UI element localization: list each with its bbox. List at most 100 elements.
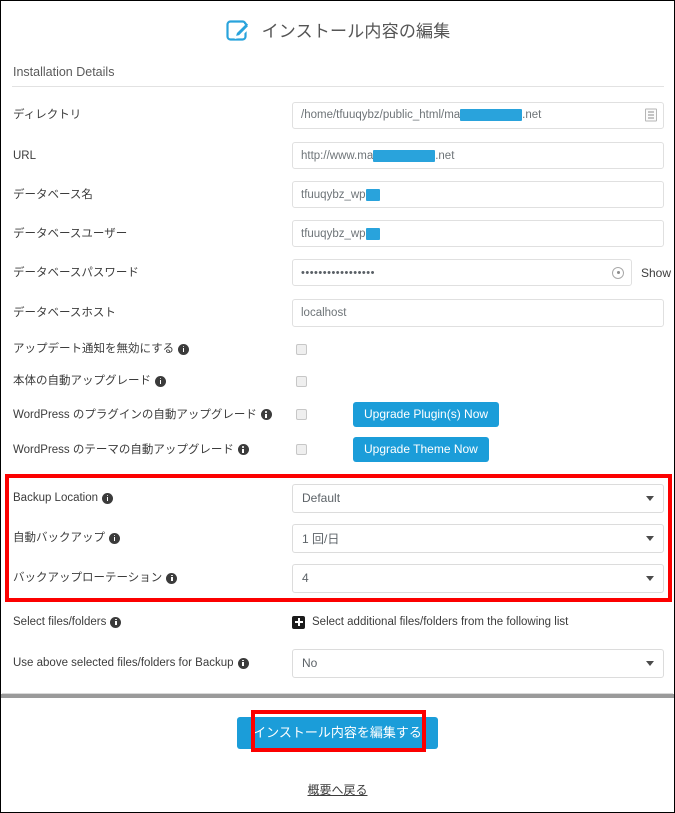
label-url-text: URL [13, 149, 37, 162]
directory-value-suffix: .net [522, 109, 542, 121]
label-db-host-text: データベースホスト [13, 306, 116, 319]
url-value-suffix: .net [435, 149, 455, 162]
row-auto-backup: 自動バックアップ 1 回/日 [1, 518, 674, 558]
edit-pencil-square-icon [225, 16, 252, 43]
page-header: インストール内容の編集 [1, 1, 674, 58]
submit-button-wrapper: インストール内容を編集する [1, 717, 674, 749]
row-db-name: データベース名 tfuuqybz_wp [1, 175, 674, 214]
checkbox-auto-upgrade-themes[interactable] [296, 444, 307, 455]
show-password-button[interactable]: Show [641, 266, 671, 280]
label-backup-rotation-text: バックアップローテーション [13, 572, 163, 584]
db-user-input[interactable]: tfuuqybz_wp [292, 220, 664, 247]
field-auto-backup: 1 回/日 [292, 523, 674, 553]
redaction-bar [460, 109, 523, 121]
field-select-files: Select additional files/folders from the… [292, 615, 674, 629]
info-icon[interactable] [178, 343, 190, 355]
label-auto-backup: 自動バックアップ [13, 531, 292, 545]
db-host-value: localhost [301, 306, 347, 319]
label-use-selected-files-text: Use above selected files/folders for Bac… [13, 657, 234, 669]
row-db-user: データベースユーザー tfuuqybz_wp [1, 214, 674, 253]
label-disable-update-notifications-text: アップデート通知を無効にする [13, 343, 175, 355]
label-backup-location-text: Backup Location [13, 492, 99, 504]
field-auto-upgrade-core [292, 375, 674, 387]
label-directory-text: ディレクトリ [13, 109, 82, 121]
label-auto-upgrade-themes: WordPress のテーマの自動アップグレード [13, 443, 292, 457]
page-title: インストール内容の編集 [261, 22, 451, 41]
db-name-value: tfuuqybz_wp [301, 188, 366, 201]
info-icon[interactable] [237, 657, 249, 669]
info-icon[interactable] [237, 444, 249, 455]
edit-installation-submit-button[interactable]: インストール内容を編集する [237, 717, 438, 749]
checkbox-auto-upgrade-core[interactable] [296, 375, 307, 387]
auto-backup-value: 1 回/日 [302, 531, 340, 546]
row-select-files: Select files/folders Select additional f… [1, 603, 674, 641]
plus-square-icon[interactable] [292, 615, 305, 629]
select-additional-files-link[interactable]: Select additional files/folders from the… [312, 616, 568, 628]
db-password-input[interactable]: ••••••••••••••••• [292, 259, 632, 286]
label-db-password-text: データベースパスワード [13, 266, 139, 279]
url-input[interactable]: http://www.ma .net [292, 142, 664, 169]
info-icon[interactable] [155, 375, 166, 387]
checkbox-auto-upgrade-plugins[interactable] [296, 409, 307, 420]
label-disable-update-notifications: アップデート通知を無効にする [13, 342, 292, 356]
row-disable-update-notifications: アップデート通知を無効にする [1, 333, 674, 365]
label-auto-upgrade-core: 本体の自動アップグレード [13, 374, 292, 388]
label-directory: ディレクトリ [13, 108, 292, 122]
info-icon[interactable] [110, 616, 122, 628]
label-use-selected-files: Use above selected files/folders for Bac… [13, 656, 292, 670]
label-backup-location: Backup Location [13, 491, 292, 505]
field-db-host: localhost [292, 298, 674, 327]
backup-location-select[interactable]: Default [292, 483, 664, 513]
section-title: Installation Details [13, 65, 115, 79]
row-db-host: データベースホスト localhost [1, 292, 674, 333]
row-url: URL http://www.ma .net [1, 136, 674, 175]
db-user-value: tfuuqybz_wp [301, 227, 366, 240]
page-footer: インストール内容を編集する 概要へ戻る [1, 717, 674, 799]
label-db-host: データベースホスト [13, 306, 292, 320]
label-select-files-text: Select files/folders [13, 616, 107, 628]
field-db-name: tfuuqybz_wp [292, 181, 674, 208]
row-backup-location: Backup Location Default [1, 478, 674, 518]
label-auto-upgrade-core-text: 本体の自動アップグレード [13, 375, 151, 387]
label-db-password: データベースパスワード [13, 266, 292, 280]
db-name-input[interactable]: tfuuqybz_wp [292, 181, 664, 208]
installation-form: ディレクトリ /home/tfuuqybz/public_html/ma .net… [1, 87, 674, 685]
info-icon[interactable] [109, 532, 120, 544]
info-icon[interactable] [166, 572, 178, 584]
row-backup-rotation: バックアップローテーション 4 [1, 558, 674, 598]
field-db-user: tfuuqybz_wp [292, 220, 674, 247]
redaction-bar [365, 227, 380, 240]
use-selected-files-select[interactable]: No [292, 648, 664, 678]
field-directory: /home/tfuuqybz/public_html/ma .net [292, 101, 674, 129]
back-to-overview-link[interactable]: 概要へ戻る [307, 781, 367, 798]
label-db-name: データベース名 [13, 188, 292, 202]
eye-reveal-icon[interactable] [612, 266, 624, 279]
db-password-value: ••••••••••••••••• [301, 266, 375, 279]
backup-rotation-select[interactable]: 4 [292, 563, 664, 593]
checkbox-disable-update-notifications[interactable] [296, 343, 307, 355]
label-backup-rotation: バックアップローテーション [13, 571, 292, 585]
directory-input[interactable]: /home/tfuuqybz/public_html/ma .net [292, 101, 664, 129]
label-db-user: データベースユーザー [13, 227, 292, 241]
field-url: http://www.ma .net [292, 142, 674, 169]
label-db-user-text: データベースユーザー [13, 227, 128, 240]
label-auto-upgrade-plugins-text: WordPress のプラグインの自動アップグレード [13, 408, 257, 421]
db-host-input[interactable]: localhost [292, 298, 664, 327]
upgrade-theme-button[interactable]: Upgrade Theme Now [353, 437, 489, 462]
upgrade-plugins-button[interactable]: Upgrade Plugin(s) Now [353, 402, 500, 427]
info-icon[interactable] [102, 492, 114, 504]
field-auto-upgrade-themes: Upgrade Theme Now [292, 437, 674, 462]
footer-divider-bar [1, 694, 674, 698]
field-backup-rotation: 4 [292, 563, 674, 593]
file-list-icon[interactable] [645, 108, 657, 122]
auto-backup-select[interactable]: 1 回/日 [292, 523, 664, 553]
field-disable-update-notifications [292, 343, 674, 355]
redaction-bar [365, 188, 380, 201]
row-auto-upgrade-core: 本体の自動アップグレード [1, 365, 674, 397]
row-auto-upgrade-plugins: WordPress のプラグインの自動アップグレード Upgrade Plugi… [1, 397, 674, 432]
info-icon[interactable] [260, 409, 272, 420]
backup-location-value: Default [302, 491, 341, 505]
label-auto-backup-text: 自動バックアップ [13, 532, 105, 544]
field-db-password: ••••••••••••••••• Show [292, 259, 674, 286]
row-db-password: データベースパスワード ••••••••••••••••• Show [1, 253, 674, 292]
